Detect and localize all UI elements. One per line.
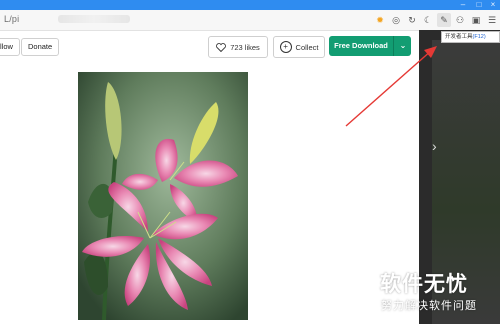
likes-button[interactable]: 723 likes <box>208 36 268 58</box>
address-bar[interactable]: L/pi ✹ ◎ ↻ ☾ ✎ ⚇ ▣ ☰ <box>0 10 500 31</box>
tooltip-key: (F12) <box>472 34 486 40</box>
camera-icon[interactable]: ◎ <box>389 13 403 27</box>
tooltip-text: 开发者工具 <box>445 34 473 40</box>
browser-toolbar: ✹ ◎ ↻ ☾ ✎ ⚇ ▣ ☰ <box>372 10 500 30</box>
follow-button[interactable]: llow <box>0 38 20 56</box>
plus-circle-icon: + <box>279 41 292 53</box>
address-url-blurred <box>58 15 130 23</box>
close-icon[interactable]: × <box>486 0 500 10</box>
devtools-icon[interactable]: ✎ <box>437 13 451 27</box>
chevron-down-icon[interactable]: ⌄ <box>395 36 411 56</box>
free-download-button[interactable]: Free Download ⌄ <box>329 36 411 56</box>
minimize-icon[interactable]: – <box>456 0 470 10</box>
more-icon[interactable]: ☰ <box>485 13 499 27</box>
download-divider <box>393 36 394 56</box>
address-text[interactable]: L/pi <box>4 14 19 24</box>
moon-icon[interactable]: ☾ <box>421 13 435 27</box>
refresh-icon[interactable]: ↻ <box>405 13 419 27</box>
browser-title-strip: – □ × <box>0 0 500 10</box>
likes-count: 723 likes <box>230 42 260 52</box>
maximize-icon[interactable]: □ <box>472 0 486 10</box>
download-label: Free Download <box>334 41 388 50</box>
fire-icon[interactable]: ✹ <box>373 13 387 27</box>
lily-photo[interactable] <box>78 72 248 320</box>
heart-icon <box>216 42 227 52</box>
watermark-subtitle: 努力解决软件问题 <box>381 300 477 312</box>
donate-button[interactable]: Donate <box>21 38 60 56</box>
user-icon[interactable]: ⚇ <box>453 13 467 27</box>
chevron-right-icon[interactable]: › <box>432 138 437 154</box>
devtools-tooltip: 开发者工具(F12) <box>441 31 500 43</box>
collect-label: Collect <box>295 42 319 52</box>
collect-button[interactable]: + Collect <box>273 36 325 58</box>
frame-icon[interactable]: ▣ <box>469 13 483 27</box>
watermark-title: 软件无忧 <box>380 273 468 296</box>
